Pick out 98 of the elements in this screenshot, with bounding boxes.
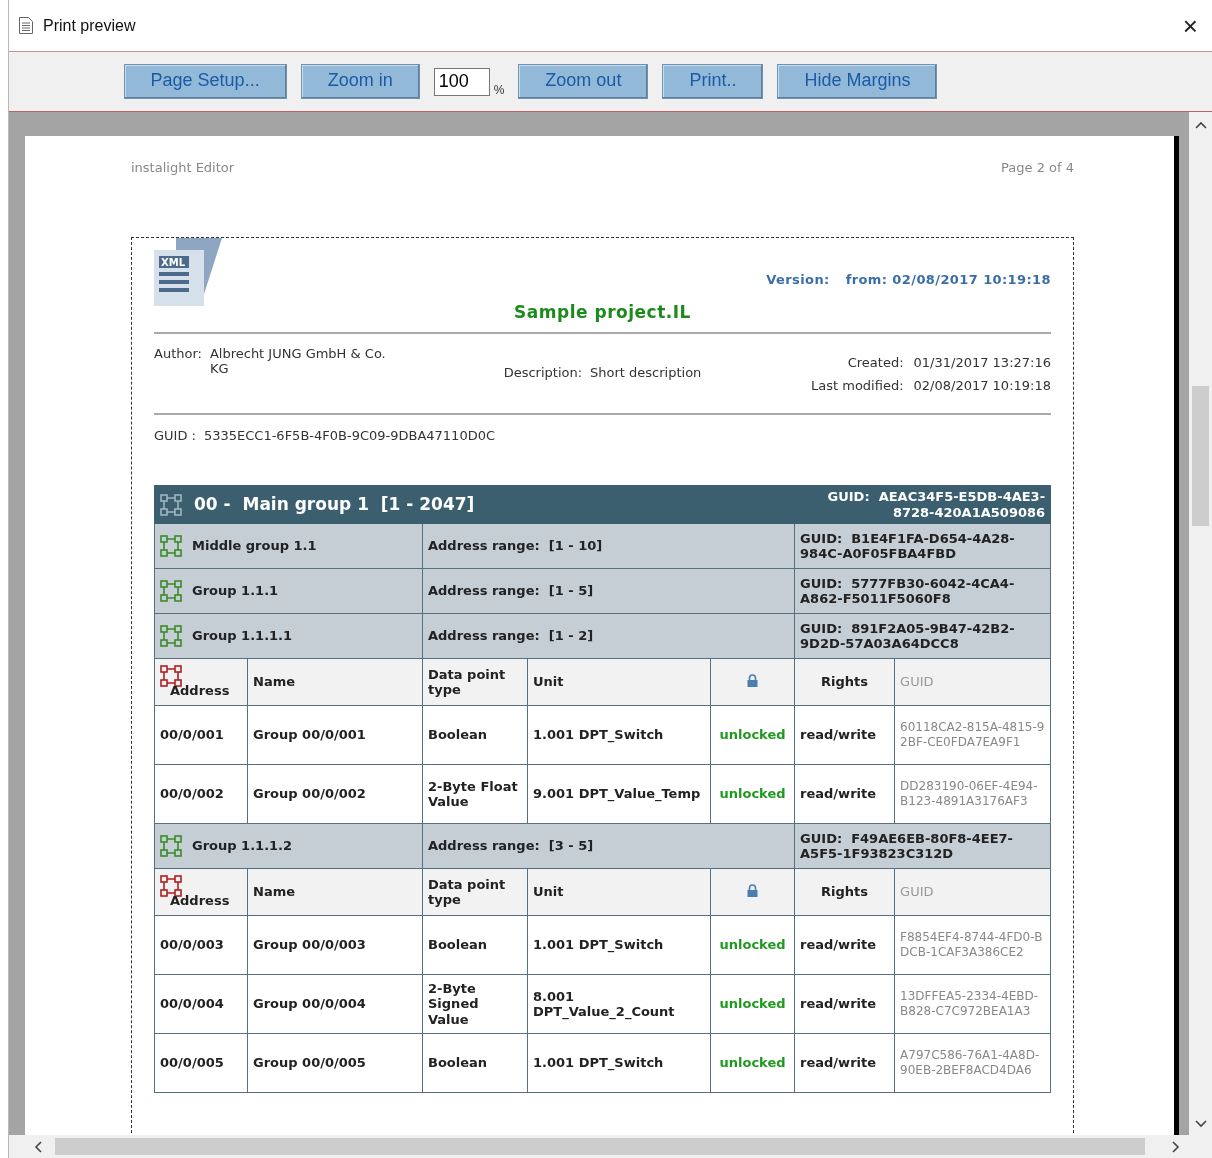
toolbar-button[interactable]: Page Setup... [123, 64, 287, 99]
group-icon [160, 625, 182, 648]
table-cell: unlocked [710, 705, 795, 765]
scrollbar-thumb[interactable] [1192, 386, 1209, 526]
address-range: Address range: [1 - 2] [428, 628, 594, 644]
group-guid: GUID: B1E4F1FA-D654-4A28-984C-A0F05FBA4FBD [794, 523, 1051, 569]
table-cell: 13DFFEA5-2334-4EBD-B828-C7C972BEA1A3 [894, 974, 1051, 1034]
table-cell: 1.001 DPT_Switch [527, 915, 711, 975]
author-label: Author: [154, 346, 202, 363]
table-cell: 2-Byte Signed Value [422, 974, 528, 1034]
group-name: Middle group 1.1 [192, 538, 317, 554]
group-icon [160, 580, 182, 603]
group-guid: GUID: 5777FB30-6042-4CA4-A862-F5011F5060F8 [794, 568, 1051, 614]
column-header: GUID [894, 658, 1051, 706]
scroll-left-icon[interactable] [33, 1140, 45, 1153]
address-range: Address range: [3 - 5] [428, 838, 594, 854]
main-group-guid: GUID: AEAC34F5-E5DB-4AE3-8728-420A1A509086 [794, 485, 1051, 524]
group-name: Group 1.1.1.2 [192, 838, 293, 854]
document-icon [19, 17, 33, 34]
table-cell: DD283190-06EF-4E94-B123-4891A3176AF3 [894, 764, 1051, 824]
guid-value: 5335ECC1-6F5B-4F0B-9C09-9DBA47110D0C [203, 428, 495, 443]
group-name: Group 1.1.1 [192, 583, 279, 599]
address-range: Address range: [1 - 10] [428, 538, 603, 554]
page-number: Page 2 of 4 [1001, 160, 1074, 175]
modified-label: Last modified: [811, 378, 904, 393]
table-cell: read/write [794, 974, 895, 1034]
table-cell: 60118CA2-815A-4815-92BF-CE0FDA7EA9F1 [894, 705, 1051, 765]
scrollbar-thumb[interactable] [55, 1138, 1145, 1155]
column-header: Address [169, 683, 231, 699]
table-cell: Group 00/0/002 [247, 764, 423, 824]
table-cell: read/write [794, 915, 895, 975]
description-value: Short description [590, 365, 702, 380]
table-cell: 2-Byte Float Value [422, 764, 528, 824]
version-label: Version: [766, 272, 830, 287]
toolbar-button[interactable]: Zoom in [300, 64, 420, 99]
version-value: from: 02/08/2017 10:19:18 [845, 272, 1051, 287]
close-button[interactable]: × [1178, 12, 1202, 39]
table-cell: 1.001 DPT_Switch [527, 705, 711, 765]
table-cell: 00/0/004 [154, 974, 248, 1034]
table-cell: 9.001 DPT_Value_Temp [527, 764, 711, 824]
page-header-title: instalight Editor [131, 160, 235, 175]
column-header: Unit [527, 868, 711, 916]
table-cell: Boolean [422, 1033, 528, 1093]
table-cell: 00/0/003 [154, 915, 248, 975]
zoom-field[interactable]: 100 [433, 67, 490, 96]
column-header: Name [247, 868, 423, 916]
group-icon [160, 493, 182, 516]
created-label: Created: [846, 355, 904, 370]
table-cell: Boolean [422, 915, 528, 975]
table-cell: read/write [794, 705, 895, 765]
column-header: Data point type [422, 658, 528, 706]
lock-icon [747, 673, 759, 687]
table-cell: 00/0/002 [154, 764, 248, 824]
project-title: Sample project.IL [514, 302, 691, 322]
table-cell: unlocked [710, 915, 795, 975]
group-icon [160, 835, 182, 858]
toolbar-button[interactable]: Hide Margins [777, 64, 938, 99]
column-header: Data point type [422, 868, 528, 916]
table-cell: read/write [794, 1033, 895, 1093]
created-value: 01/31/2017 13:27:16 [913, 355, 1051, 370]
column-header: Rights [794, 658, 895, 706]
table-cell: 1.001 DPT_Switch [527, 1033, 711, 1093]
column-header: Rights [794, 868, 895, 916]
table-cell: unlocked [710, 764, 795, 824]
table-cell: unlocked [710, 1033, 795, 1093]
table-cell: F8854EF4-8744-4FD0-BDCB-1CAF3A386CE2 [894, 915, 1051, 975]
column-header: GUID [894, 868, 1051, 916]
description-label: Description: [503, 365, 583, 380]
toolbar-button[interactable]: Zoom out [518, 64, 649, 99]
column-header: Unit [527, 658, 711, 706]
group-icon [160, 535, 182, 558]
lock-icon [747, 883, 759, 897]
column-header: Name [247, 658, 423, 706]
scroll-right-icon[interactable] [1169, 1140, 1181, 1153]
author-value: Albrecht JUNG GmbH & Co. KG [209, 346, 387, 376]
address-range: Address range: [1 - 5] [428, 583, 594, 599]
table-cell: Group 00/0/005 [247, 1033, 423, 1093]
table-cell: Group 00/0/001 [247, 705, 423, 765]
group-guid: GUID: 891F2A05-9B47-42B2-9D2D-57A03A64DCC8 [794, 613, 1051, 659]
table-cell: 8.001 DPT_Value_2_Count [527, 974, 711, 1034]
percent-label: % [493, 83, 505, 97]
table-cell: Boolean [422, 705, 528, 765]
window-title: Print preview [43, 16, 137, 35]
table-cell: 00/0/005 [154, 1033, 248, 1093]
guid-label: GUID : [154, 428, 196, 443]
table-cell: read/write [794, 764, 895, 824]
toolbar-button[interactable]: Print.. [662, 64, 764, 99]
group-guid: GUID: F49AE6EB-80F8-4EE7-A5F5-1F93823C312D [794, 823, 1051, 869]
table-cell: Group 00/0/003 [247, 915, 423, 975]
modified-value: 02/08/2017 10:19:18 [913, 378, 1051, 393]
main-group-title: 00 - Main group 1 [1 - 2047] [194, 494, 475, 515]
scroll-down-icon[interactable] [1194, 1117, 1207, 1129]
column-header: Address [169, 893, 231, 909]
table-cell: unlocked [710, 974, 795, 1034]
group-name: Group 1.1.1.1 [192, 628, 293, 644]
table-cell: A797C586-76A1-4A8D-90EB-2BEF8ACD4DA6 [894, 1033, 1051, 1093]
table-cell: 00/0/001 [154, 705, 248, 765]
table-cell: Group 00/0/004 [247, 974, 423, 1034]
